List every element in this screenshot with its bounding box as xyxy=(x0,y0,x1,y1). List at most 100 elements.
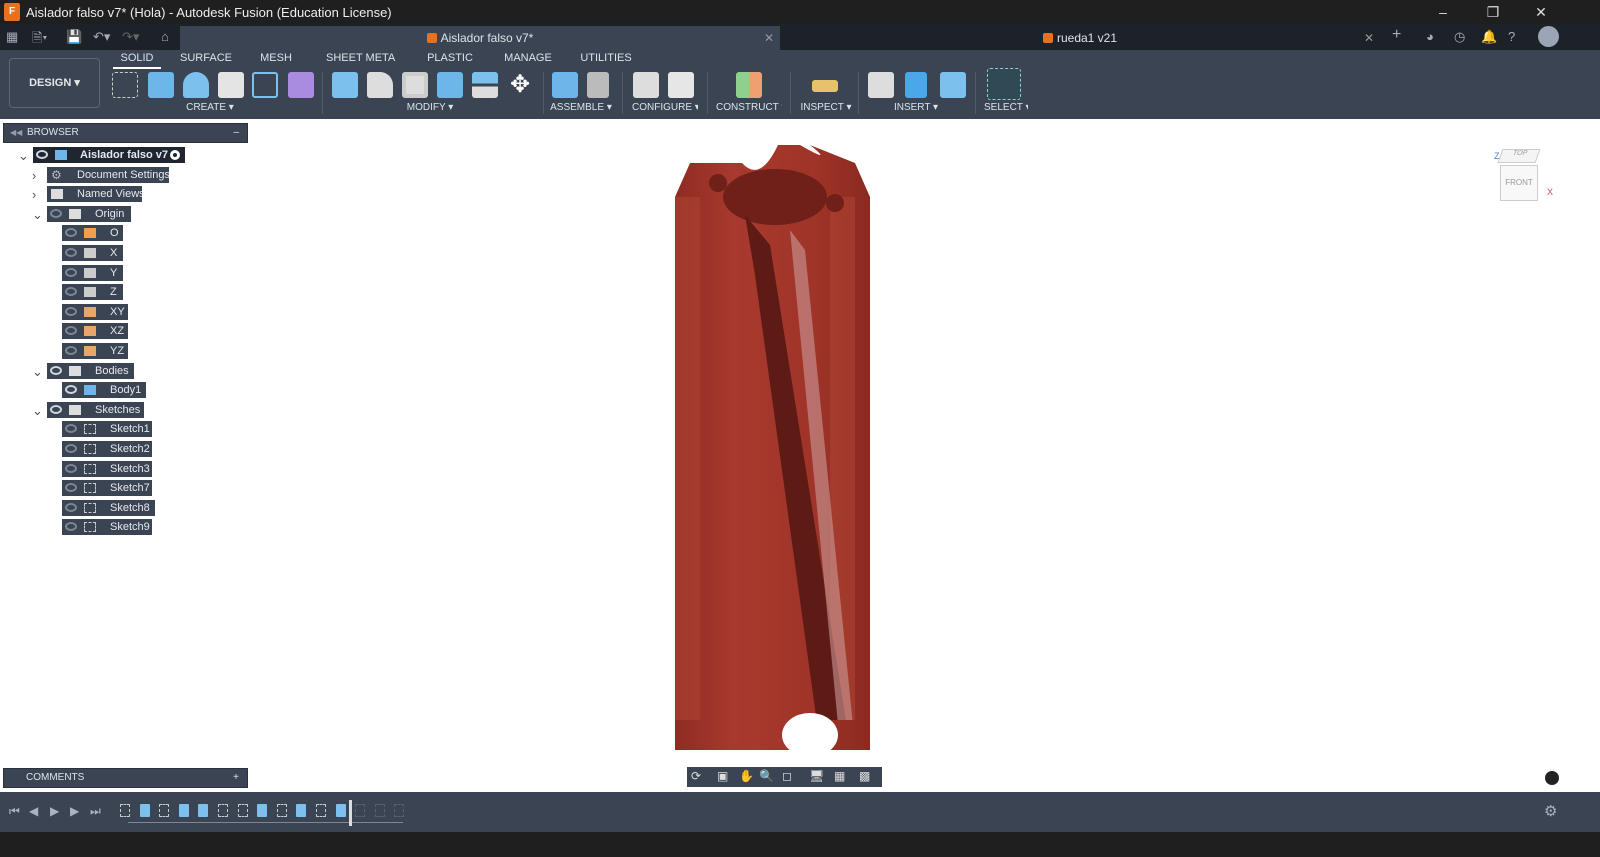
timeline-extrude-feature[interactable] xyxy=(198,804,209,817)
tab-rueda1[interactable]: rueda1 v21 ✕ xyxy=(780,26,1380,50)
browser-node[interactable]: Sketch7 xyxy=(62,480,152,497)
expand-toggle-icon[interactable]: ⌄ xyxy=(32,207,43,223)
visibility-hidden-icon[interactable] xyxy=(65,502,77,512)
construct-plane-icon[interactable] xyxy=(736,72,762,98)
fillet-icon[interactable] xyxy=(367,72,393,98)
browser-node[interactable]: Y xyxy=(62,264,123,281)
configure-icon[interactable] xyxy=(633,72,659,98)
visibility-icon[interactable] xyxy=(65,385,77,395)
extrude-icon[interactable] xyxy=(148,72,174,98)
rectangular-pattern-icon[interactable] xyxy=(252,72,278,98)
timeline-marker[interactable] xyxy=(349,800,353,826)
timeline-sketch-feature[interactable] xyxy=(218,804,228,817)
tab-solid[interactable]: SOLID xyxy=(113,52,161,69)
browser-node[interactable]: Sketch2 xyxy=(62,441,152,457)
app-grid-icon[interactable]: ▦ xyxy=(6,29,18,45)
browser-node[interactable]: ⚙ Document Settings xyxy=(47,166,169,183)
file-menu-icon[interactable]: 🗎▾ xyxy=(32,29,47,51)
browser-node[interactable]: XZ xyxy=(62,323,128,340)
tab-surface[interactable]: SURFACE xyxy=(180,52,232,64)
step-forward-icon[interactable]: ▶ xyxy=(70,804,79,818)
browser-node[interactable]: XY xyxy=(62,303,128,320)
restore-button[interactable]: ❐ xyxy=(1470,0,1516,24)
browser-node[interactable]: Named Views xyxy=(47,186,142,203)
add-comment-icon[interactable]: + xyxy=(233,769,239,787)
avatar[interactable] xyxy=(1538,26,1559,47)
move-icon[interactable]: ✥ xyxy=(507,72,533,98)
visibility-hidden-icon[interactable] xyxy=(65,444,77,453)
timeline-sketch-feature[interactable] xyxy=(120,804,130,817)
browser-node[interactable]: Z xyxy=(62,284,123,301)
insert-canvas-icon[interactable] xyxy=(940,72,966,98)
visibility-icon[interactable] xyxy=(65,346,77,355)
clock-icon[interactable]: ◷ xyxy=(1454,29,1465,45)
zoom-icon[interactable]: 🔍 xyxy=(759,769,774,783)
timeline-sketch-feature[interactable] xyxy=(237,804,248,817)
browser-node[interactable]: Sketches xyxy=(47,401,144,418)
visibility-icon[interactable] xyxy=(65,267,77,277)
measure-icon[interactable] xyxy=(812,80,838,92)
select-icon[interactable] xyxy=(987,68,1021,100)
assemble-menu[interactable]: ASSEMBLE ▾ xyxy=(550,102,612,113)
home-icon[interactable]: ⌂ xyxy=(161,29,169,44)
performance-icon[interactable] xyxy=(1545,771,1559,785)
timeline-extrude-feature[interactable] xyxy=(335,804,346,817)
browser-node[interactable]: X xyxy=(62,245,123,261)
timeline-extrude-feature[interactable] xyxy=(139,804,150,817)
split-body-icon[interactable] xyxy=(472,72,498,98)
tab-utilities[interactable]: UTILITIES xyxy=(576,52,636,64)
joint-icon[interactable] xyxy=(587,72,609,98)
comments-panel[interactable]: COMMENTS + xyxy=(3,768,248,788)
inspect-menu[interactable]: INSPECT ▾ xyxy=(800,102,852,113)
timeline-sketch-feature[interactable] xyxy=(276,804,287,817)
configure-menu[interactable]: CONFIGURE ▾ xyxy=(632,102,698,113)
insert-derive-icon[interactable] xyxy=(868,72,894,98)
step-back-icon[interactable]: ◀ xyxy=(29,804,38,818)
display-settings-icon[interactable]: 🖥 xyxy=(809,769,824,783)
browser-node[interactable]: Origin xyxy=(47,205,131,222)
timeline-settings-icon[interactable]: ⚙ xyxy=(1544,802,1557,820)
configuration-table-icon[interactable] xyxy=(668,72,694,98)
combine-icon[interactable] xyxy=(437,72,463,98)
look-at-icon[interactable]: ▣ xyxy=(717,769,728,783)
timeline-sketch-feature[interactable] xyxy=(316,804,326,817)
visibility-icon[interactable] xyxy=(65,306,77,316)
visibility-icon[interactable] xyxy=(65,326,77,336)
tab-mesh[interactable]: MESH xyxy=(258,52,294,64)
timeline-sketch-feature[interactable] xyxy=(374,804,385,817)
job-status-icon[interactable]: ◕ xyxy=(1426,29,1434,44)
expand-toggle-icon[interactable]: ⌄ xyxy=(32,364,43,380)
browser-node[interactable]: Bodies xyxy=(47,362,134,379)
new-component-icon[interactable] xyxy=(552,72,578,98)
expand-toggle-icon[interactable]: ⌄ xyxy=(18,148,29,164)
tab-aislador[interactable]: Aislador falso v7* ✕ xyxy=(180,26,780,50)
timeline-extrude-feature[interactable] xyxy=(296,804,307,817)
view-cube-top[interactable]: TOP xyxy=(1497,149,1541,163)
visibility-hidden-icon[interactable] xyxy=(65,463,77,473)
close-button[interactable]: ✕ xyxy=(1518,0,1564,24)
help-icon[interactable]: ? xyxy=(1508,29,1515,44)
view-cube-front[interactable]: FRONT xyxy=(1500,165,1538,201)
minimize-button[interactable]: – xyxy=(1420,0,1466,24)
revolve-icon[interactable] xyxy=(183,72,209,98)
visibility-hidden-icon[interactable] xyxy=(65,424,77,434)
modify-menu[interactable]: MODIFY ▾ xyxy=(406,102,454,113)
browser-node[interactable]: Sketch3 xyxy=(62,460,152,477)
fit-icon[interactable]: ◻ xyxy=(782,769,792,783)
construct-menu[interactable]: CONSTRUCT ▾ xyxy=(716,102,782,113)
browser-root-node[interactable]: Aislador falso v7 xyxy=(33,147,185,163)
expand-toggle-icon[interactable]: › xyxy=(32,168,36,183)
create-menu[interactable]: CREATE ▾ xyxy=(186,102,234,113)
expand-toggle-icon[interactable]: ⌄ xyxy=(32,403,43,419)
viewports-icon[interactable]: ▩ xyxy=(859,769,870,783)
browser-node[interactable]: Body1 xyxy=(62,382,146,399)
timeline-sketch-feature[interactable] xyxy=(159,804,170,817)
new-tab-icon[interactable]: + xyxy=(1392,26,1401,44)
visibility-hidden-icon[interactable] xyxy=(50,208,62,218)
visibility-icon[interactable] xyxy=(50,404,62,414)
visibility-icon[interactable] xyxy=(65,287,77,297)
hole-icon[interactable] xyxy=(218,72,244,98)
notifications-icon[interactable]: 🔔 xyxy=(1481,29,1497,45)
visibility-hidden-icon[interactable] xyxy=(65,483,77,493)
visibility-icon[interactable] xyxy=(65,248,77,257)
